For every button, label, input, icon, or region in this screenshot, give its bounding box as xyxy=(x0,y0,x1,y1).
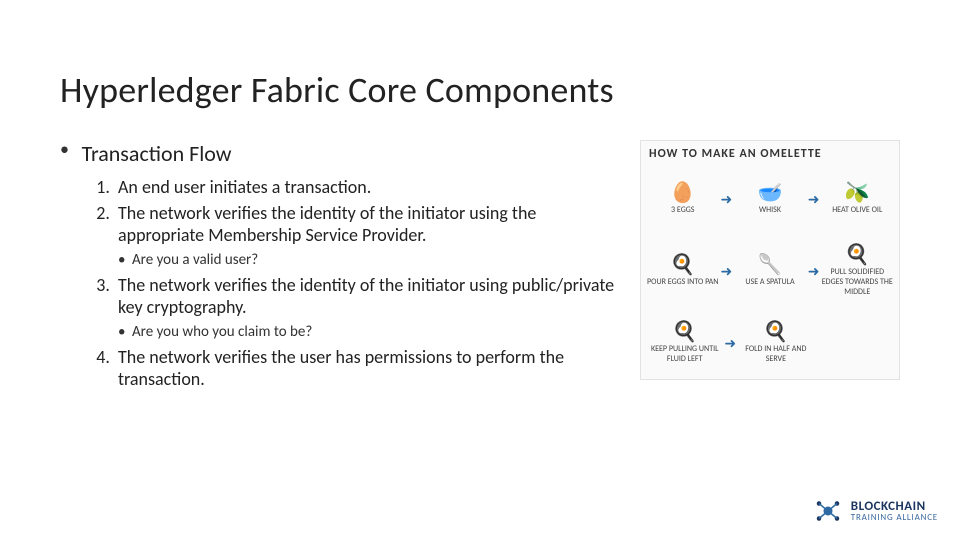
illustration-step-label: KEEP PULLING UNTIL FLUID LEFT xyxy=(645,344,724,364)
arrow-icon: ➜ xyxy=(721,191,733,208)
pan-icon: 🍳 xyxy=(672,322,697,342)
pan-icon: 🍳 xyxy=(763,322,788,342)
arrow-icon: ➜ xyxy=(724,335,736,352)
illustration-step-label: WHISK xyxy=(759,205,781,215)
illustration-title: HOW TO MAKE AN OMELETTE xyxy=(641,141,899,163)
sub-item: Are you a valid user? xyxy=(118,251,620,269)
illustration-step-label: POUR EGGS INTO PAN xyxy=(647,277,718,287)
sub-text: Are you a valid user? xyxy=(132,251,258,269)
content-row: Transaction Flow An end user initiates a… xyxy=(60,140,900,395)
illustration-step-label: 3 EGGS xyxy=(671,205,694,215)
bullet-list: Transaction Flow An end user initiates a… xyxy=(60,140,620,391)
illustration-step: 🍳 PULL SOLIDIFIED EDGES TOWARDS THE MIDD… xyxy=(820,245,896,297)
illustration-step-label: USE A SPATULA xyxy=(745,277,794,287)
step-text: The network verifies the identity of the… xyxy=(118,202,536,246)
illustration-step: 🫒 HEAT OLIVE OIL xyxy=(820,183,896,215)
step-item: The network verifies the user has permis… xyxy=(114,347,620,391)
spoon-icon: 🥄 xyxy=(758,255,783,275)
step-item: The network verifies the identity of the… xyxy=(114,275,620,341)
illustration-step-label: PULL SOLIDIFIED EDGES TOWARDS THE MIDDLE xyxy=(820,267,896,297)
illustration-row: 🍳 POUR EGGS INTO PAN ➜ 🥄 USE A SPATULA ➜… xyxy=(641,235,899,307)
arrow-icon: ➜ xyxy=(808,191,820,208)
section-label: Transaction Flow xyxy=(82,140,232,167)
slide: Hyperledger Fabric Core Components Trans… xyxy=(0,0,960,395)
step-item: The network verifies the identity of the… xyxy=(114,203,620,269)
egg-icon: 🥚 xyxy=(670,183,695,203)
omelette-illustration: HOW TO MAKE AN OMELETTE 🥚 3 EGGS ➜ 🥣 WHI… xyxy=(640,140,900,380)
olive-icon: 🫒 xyxy=(845,183,870,203)
logo-line-2: TRAINING ALLIANCE xyxy=(851,513,938,522)
pan-icon: 🍳 xyxy=(845,245,870,265)
sub-item: Are you who you claim to be? xyxy=(118,323,620,341)
illustration-step: 🍳 KEEP PULLING UNTIL FLUID LEFT xyxy=(645,322,724,364)
step-text: The network verifies the user has permis… xyxy=(118,346,564,390)
illustration-step: 🥣 WHISK xyxy=(732,183,808,215)
illustration-step: 🥄 USE A SPATULA xyxy=(732,255,808,287)
sub-list: Are you a valid user? xyxy=(118,251,620,269)
illustration-step: 🍳 POUR EGGS INTO PAN xyxy=(645,255,721,287)
step-item: An end user initiates a transaction. xyxy=(114,177,620,199)
arrow-icon: ➜ xyxy=(808,263,820,280)
logo-icon xyxy=(813,496,843,526)
section-item: Transaction Flow An end user initiates a… xyxy=(60,140,620,391)
arrow-icon: ➜ xyxy=(721,263,733,280)
slide-title: Hyperledger Fabric Core Components xyxy=(60,68,900,112)
illustration-step-label: HEAT OLIVE OIL xyxy=(832,205,882,215)
logo: BLOCKCHAIN TRAINING ALLIANCE xyxy=(813,496,938,526)
illustration-step-label: FOLD IN HALF AND SERVE xyxy=(736,344,815,364)
step-text: The network verifies the identity of the… xyxy=(118,274,614,318)
illustration-step: 🥚 3 EGGS xyxy=(645,183,721,215)
step-list: An end user initiates a transaction. The… xyxy=(114,177,620,391)
illustration-step: 🍳 FOLD IN HALF AND SERVE xyxy=(736,322,815,364)
logo-text: BLOCKCHAIN TRAINING ALLIANCE xyxy=(851,500,938,522)
sub-text: Are you who you claim to be? xyxy=(132,323,312,341)
bowl-icon: 🥣 xyxy=(758,183,783,203)
step-text: An end user initiates a transaction. xyxy=(118,176,371,198)
image-column: HOW TO MAKE AN OMELETTE 🥚 3 EGGS ➜ 🥣 WHI… xyxy=(640,140,900,395)
sub-list: Are you who you claim to be? xyxy=(118,323,620,341)
text-column: Transaction Flow An end user initiates a… xyxy=(60,140,620,395)
illustration-row: 🍳 KEEP PULLING UNTIL FLUID LEFT ➜ 🍳 FOLD… xyxy=(641,307,899,379)
pan-icon: 🍳 xyxy=(670,255,695,275)
illustration-row: 🥚 3 EGGS ➜ 🥣 WHISK ➜ 🫒 HEAT OLIVE OIL xyxy=(641,163,899,235)
